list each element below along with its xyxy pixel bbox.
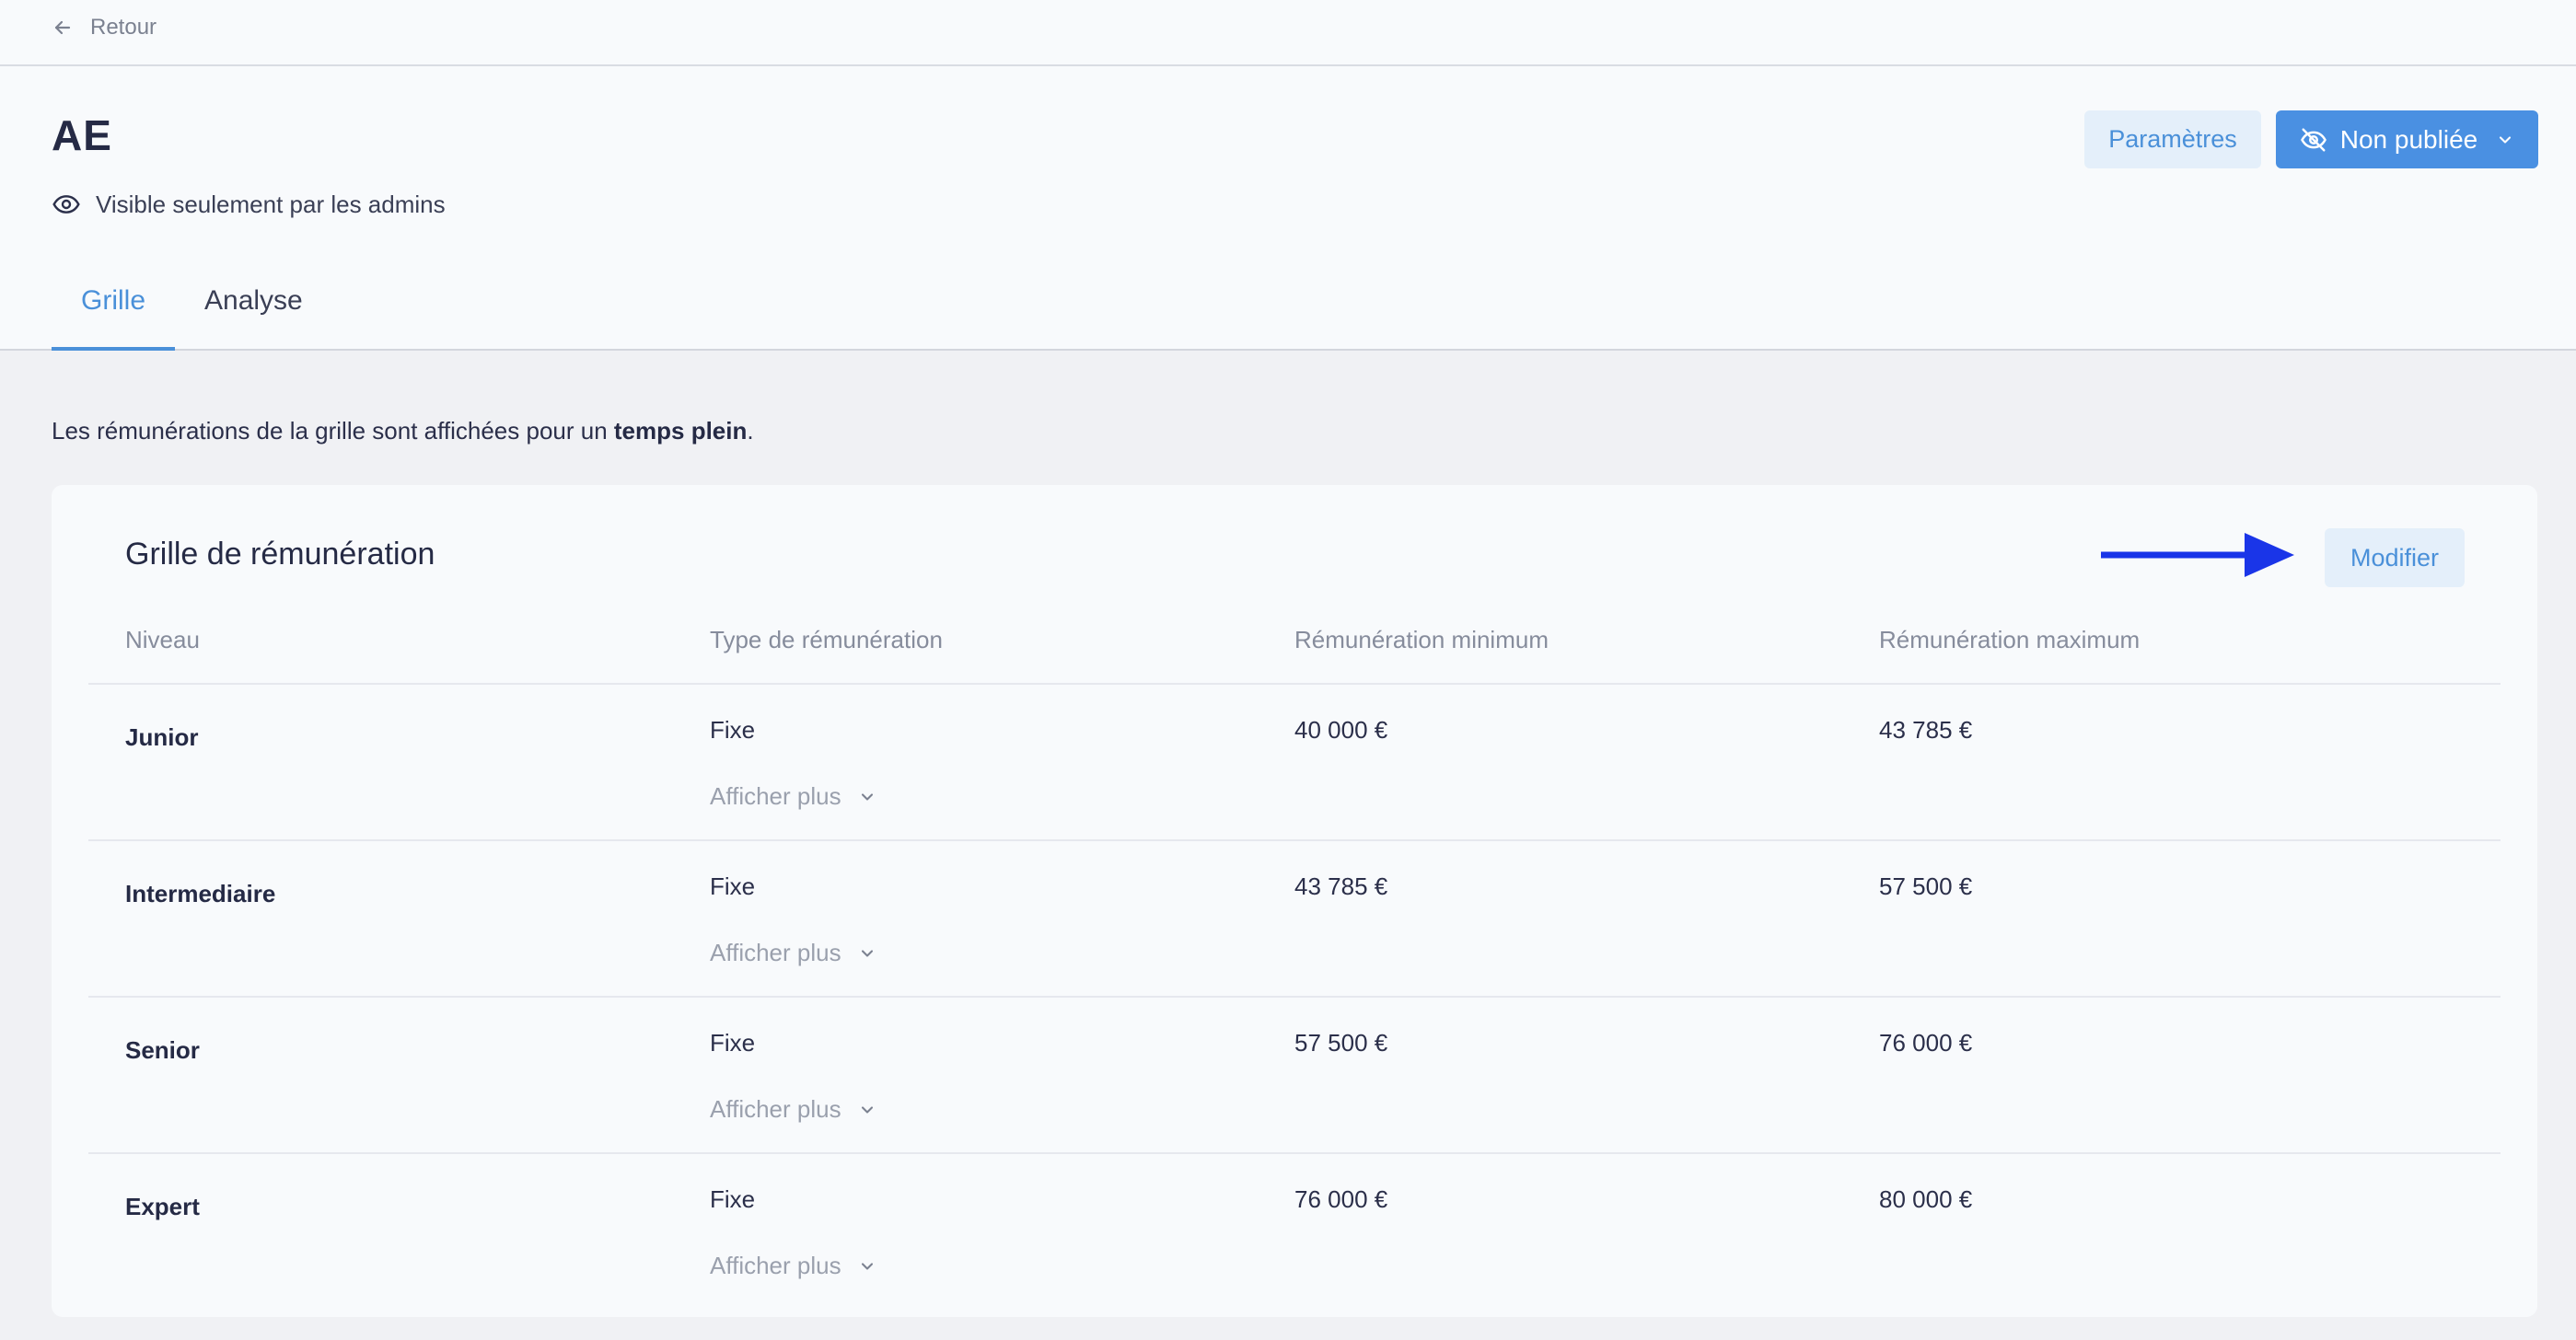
back-link[interactable]: Retour — [52, 13, 157, 42]
level-cell: Expert — [125, 1193, 200, 1220]
type-cell: Fixe — [710, 872, 756, 900]
parameters-button[interactable]: Paramètres — [2084, 110, 2261, 168]
show-more-button[interactable]: Afficher plus — [710, 1095, 876, 1124]
level-cell: Intermediaire — [125, 880, 276, 907]
visibility-info: Visible seulement par les admins — [52, 190, 446, 219]
show-more-button[interactable]: Afficher plus — [710, 782, 876, 811]
page-header: AE Visible seulement par les admins Para… — [0, 66, 2576, 351]
max-cell: 57 500 € — [1879, 872, 1973, 900]
show-more-label: Afficher plus — [710, 939, 841, 966]
show-more-button[interactable]: Afficher plus — [710, 1252, 876, 1280]
chevron-down-icon — [861, 949, 873, 957]
eye-off-icon — [2300, 128, 2327, 151]
table-row: Junior Fixe Afficher plus 40 000 € 43 78… — [88, 683, 2501, 839]
publish-status-button[interactable]: Non publiée — [2276, 110, 2538, 168]
show-more-button[interactable]: Afficher plus — [710, 939, 876, 967]
eye-icon — [52, 195, 80, 214]
note-bold: temps plein — [613, 417, 748, 445]
level-cell: Senior — [125, 1036, 200, 1064]
chevron-down-icon — [861, 792, 873, 801]
table-row: Intermediaire Fixe Afficher plus 43 785 … — [88, 839, 2501, 996]
show-more-label: Afficher plus — [710, 1252, 841, 1279]
tab-grille[interactable]: Grille — [52, 280, 176, 351]
column-header-min: Rémunération minimum — [1294, 626, 1549, 653]
type-cell: Fixe — [710, 1029, 756, 1057]
show-more-label: Afficher plus — [710, 782, 841, 810]
max-cell: 43 785 € — [1879, 716, 1973, 744]
note-suffix: . — [747, 417, 754, 445]
tab-analyse[interactable]: Analyse — [175, 280, 332, 351]
column-header-level: Niveau — [125, 626, 200, 653]
chevron-down-icon — [2500, 135, 2512, 144]
visibility-text: Visible seulement par les admins — [96, 190, 446, 218]
type-cell: Fixe — [710, 1185, 756, 1213]
chevron-down-icon — [861, 1262, 873, 1270]
show-more-label: Afficher plus — [710, 1095, 841, 1123]
back-label: Retour — [90, 15, 157, 40]
table-row: Expert Fixe Afficher plus 76 000 € 80 00… — [88, 1152, 2501, 1309]
min-cell: 43 785 € — [1294, 872, 1388, 900]
table-row: Senior Fixe Afficher plus 57 500 € 76 00… — [88, 996, 2501, 1152]
level-cell: Junior — [125, 723, 199, 751]
page-title: AE — [52, 111, 112, 159]
modify-button[interactable]: Modifier — [2325, 528, 2465, 587]
tabs: Grille Analyse — [52, 280, 332, 351]
note-prefix: Les rémunérations de la grille sont affi… — [52, 417, 614, 445]
full-time-note: Les rémunérations de la grille sont affi… — [52, 417, 754, 445]
min-cell: 40 000 € — [1294, 716, 1388, 744]
min-cell: 57 500 € — [1294, 1029, 1388, 1057]
arrow-right-icon — [2101, 533, 2294, 577]
min-cell: 76 000 € — [1294, 1185, 1388, 1213]
max-cell: 80 000 € — [1879, 1185, 1973, 1213]
arrow-left-icon — [54, 20, 71, 35]
grid-title: Grille de rémunération — [125, 537, 435, 572]
column-header-max: Rémunération maximum — [1879, 626, 2141, 653]
column-header-type: Type de rémunération — [710, 626, 943, 653]
max-cell: 76 000 € — [1879, 1029, 1973, 1057]
type-cell: Fixe — [710, 716, 756, 744]
publish-status-label: Non publiée — [2339, 124, 2478, 154]
top-bar: Retour — [0, 0, 2576, 66]
chevron-down-icon — [861, 1105, 873, 1114]
salary-grid-card: Grille de rémunération Modifier Niveau T… — [52, 485, 2537, 1317]
